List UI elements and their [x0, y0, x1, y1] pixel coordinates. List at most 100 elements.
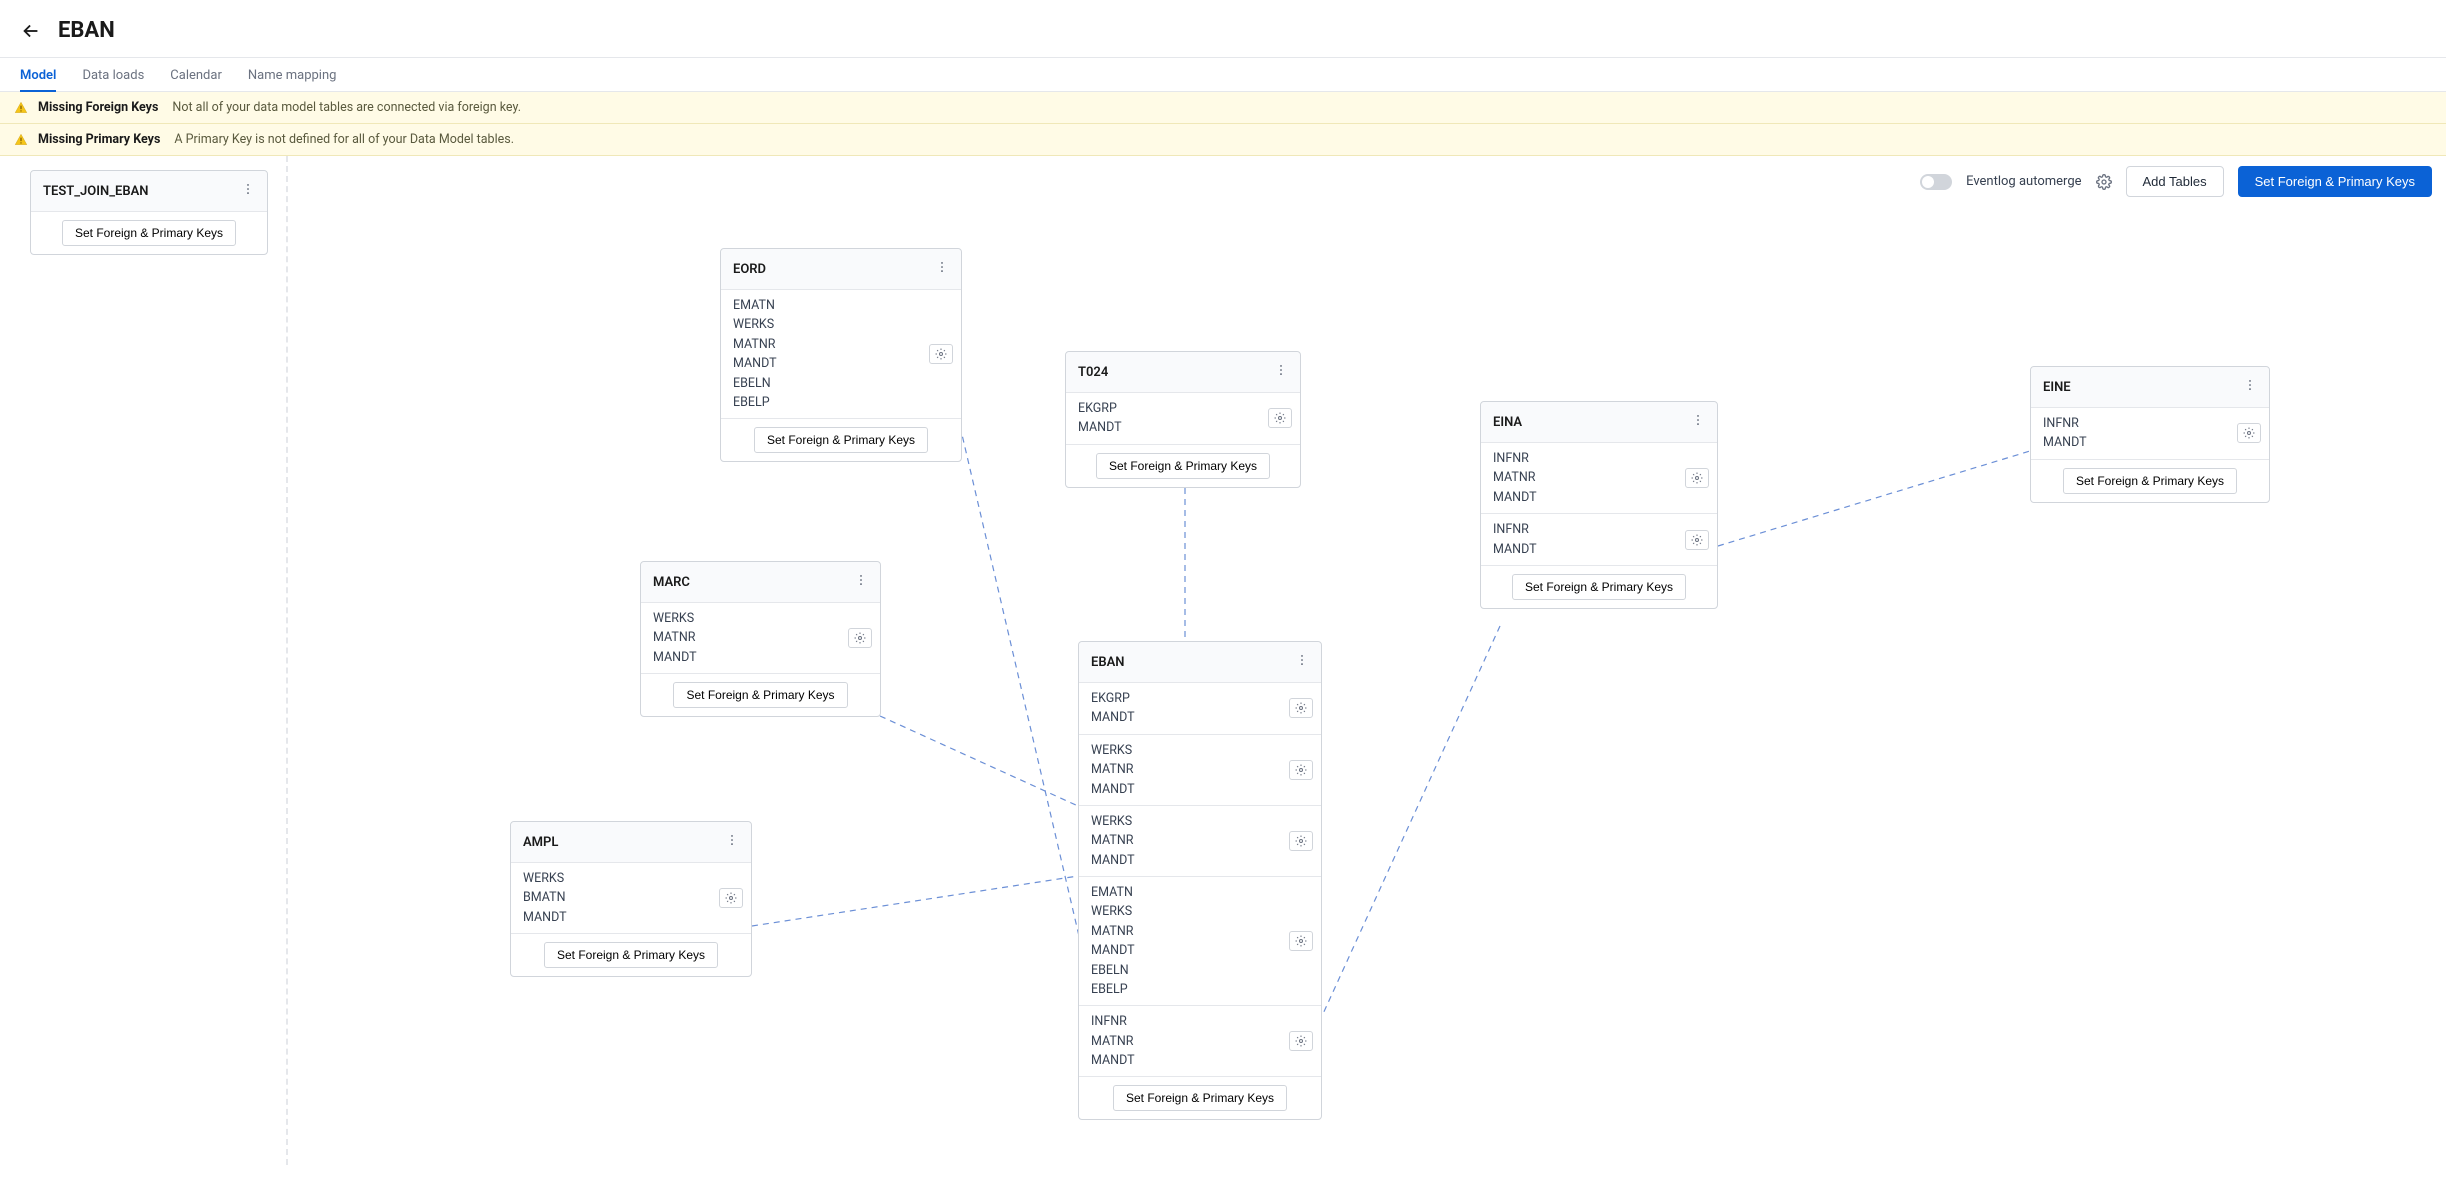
table-menu-button[interactable] — [1691, 412, 1705, 432]
automerge-settings-button[interactable] — [2096, 174, 2112, 190]
tab-calendar[interactable]: Calendar — [170, 58, 222, 91]
set-keys-button[interactable]: Set Foreign & Primary Keys — [754, 427, 928, 453]
table-eina[interactable]: EINA INFNR MATNR MANDT INFNR MANDT Set F… — [1480, 401, 1718, 609]
column: MANDT — [1091, 780, 1309, 799]
column: WERKS — [1091, 902, 1309, 921]
column: MATNR — [1091, 1032, 1309, 1051]
set-keys-button[interactable]: Set Foreign & Primary Keys — [1113, 1085, 1287, 1111]
table-ampl[interactable]: AMPL WERKS BMATN MANDT Set Foreign & Pri… — [510, 821, 752, 977]
table-menu-button[interactable] — [1295, 652, 1309, 672]
edge-ampl-eban — [752, 876, 1078, 926]
kebab-icon — [1691, 412, 1705, 428]
column: MANDT — [1091, 851, 1309, 870]
group-settings-button[interactable] — [1685, 468, 1709, 488]
column: MANDT — [2043, 433, 2257, 452]
table-name: T024 — [1078, 365, 1108, 380]
gear-icon — [935, 348, 947, 360]
table-eban[interactable]: EBAN EKGRP MANDT WERKS MATNR MANDT WERKS… — [1078, 641, 1322, 1120]
column: INFNR — [1493, 449, 1705, 468]
canvas[interactable]: TEST_JOIN_EBAN Set Foreign & Primary Key… — [0, 156, 2446, 1165]
column: MANDT — [1091, 708, 1309, 727]
warning-icon — [14, 133, 28, 147]
column: INFNR — [1091, 1012, 1309, 1031]
group-settings-button[interactable] — [719, 888, 743, 908]
group-settings-button[interactable] — [929, 344, 953, 364]
column: MATNR — [1091, 760, 1309, 779]
gear-icon — [2096, 174, 2112, 190]
group-settings-button[interactable] — [1268, 408, 1292, 428]
back-arrow-icon[interactable] — [20, 20, 42, 42]
warning-title: Missing Primary Keys — [38, 132, 160, 147]
column: EMATN — [733, 296, 949, 315]
group-settings-button[interactable] — [1289, 931, 1313, 951]
table-marc[interactable]: MARC WERKS MATNR MANDT Set Foreign & Pri… — [640, 561, 881, 717]
column: WERKS — [523, 869, 739, 888]
column: WERKS — [1091, 741, 1309, 760]
column: EMATN — [1091, 883, 1309, 902]
column: EBELN — [1091, 961, 1309, 980]
column: MANDT — [1493, 540, 1705, 559]
set-keys-button[interactable]: Set Foreign & Primary Keys — [1512, 574, 1686, 600]
add-tables-button[interactable]: Add Tables — [2126, 166, 2224, 197]
table-eord[interactable]: EORD EMATN WERKS MATNR MANDT EBELN EBELP… — [720, 248, 962, 462]
edge-eina-eine — [1718, 451, 2030, 546]
group-settings-button[interactable] — [1289, 760, 1313, 780]
set-keys-button[interactable]: Set Foreign & Primary Keys — [1096, 453, 1270, 479]
group-settings-button[interactable] — [1289, 831, 1313, 851]
table-menu-button[interactable] — [241, 181, 255, 201]
group-settings-button[interactable] — [1685, 530, 1709, 550]
column: MANDT — [1493, 488, 1705, 507]
tab-name-mapping[interactable]: Name mapping — [248, 58, 337, 91]
kebab-icon — [1295, 652, 1309, 668]
group-settings-button[interactable] — [848, 628, 872, 648]
warning-message: A Primary Key is not defined for all of … — [174, 132, 514, 147]
gear-icon — [1274, 412, 1286, 424]
column: MANDT — [653, 648, 868, 667]
group-settings-button[interactable] — [1289, 698, 1313, 718]
automerge-toggle[interactable] — [1920, 174, 1952, 190]
set-keys-button[interactable]: Set Foreign & Primary Keys — [544, 942, 718, 968]
kebab-icon — [935, 259, 949, 275]
column: WERKS — [1091, 812, 1309, 831]
gear-icon — [1295, 702, 1307, 714]
gear-icon — [725, 892, 737, 904]
column: MATNR — [1091, 922, 1309, 941]
kebab-icon — [2243, 377, 2257, 393]
tab-model[interactable]: Model — [20, 58, 56, 91]
group-settings-button[interactable] — [2237, 423, 2261, 443]
table-name: AMPL — [523, 835, 558, 850]
column: MANDT — [1091, 1051, 1309, 1070]
set-keys-button[interactable]: Set Foreign & Primary Keys — [62, 220, 236, 246]
table-menu-button[interactable] — [1274, 362, 1288, 382]
warning-missing-foreign-keys: Missing Foreign Keys Not all of your dat… — [0, 92, 2446, 124]
edge-eord-eban — [960, 426, 1079, 936]
column: MANDT — [523, 908, 739, 927]
table-t024[interactable]: T024 EKGRP MANDT Set Foreign & Primary K… — [1065, 351, 1301, 488]
table-test-join-eban[interactable]: TEST_JOIN_EBAN Set Foreign & Primary Key… — [30, 170, 268, 255]
set-keys-button[interactable]: Set Foreign & Primary Keys — [673, 682, 847, 708]
column: EBELP — [1091, 980, 1309, 999]
column: BMATN — [523, 888, 739, 907]
table-menu-button[interactable] — [2243, 377, 2257, 397]
kebab-icon — [241, 181, 255, 197]
table-name: EBAN — [1091, 655, 1124, 670]
table-name: EINE — [2043, 380, 2071, 395]
column: MANDT — [1091, 941, 1309, 960]
table-name: EINA — [1493, 415, 1522, 430]
gear-icon — [1691, 534, 1703, 546]
gear-icon — [1295, 935, 1307, 947]
gear-icon — [1295, 1035, 1307, 1047]
table-menu-button[interactable] — [935, 259, 949, 279]
column: EBELP — [733, 393, 949, 412]
gear-icon — [854, 632, 866, 644]
set-keys-button[interactable]: Set Foreign & Primary Keys — [2063, 468, 2237, 494]
group-settings-button[interactable] — [1289, 1031, 1313, 1051]
warning-icon — [14, 101, 28, 115]
set-keys-button-primary[interactable]: Set Foreign & Primary Keys — [2238, 166, 2432, 197]
tab-data-loads[interactable]: Data loads — [82, 58, 144, 91]
tabs-bar: Model Data loads Calendar Name mapping — [0, 58, 2446, 92]
table-eine[interactable]: EINE INFNR MANDT Set Foreign & Primary K… — [2030, 366, 2270, 503]
column: MATNR — [733, 335, 949, 354]
table-menu-button[interactable] — [854, 572, 868, 592]
table-menu-button[interactable] — [725, 832, 739, 852]
